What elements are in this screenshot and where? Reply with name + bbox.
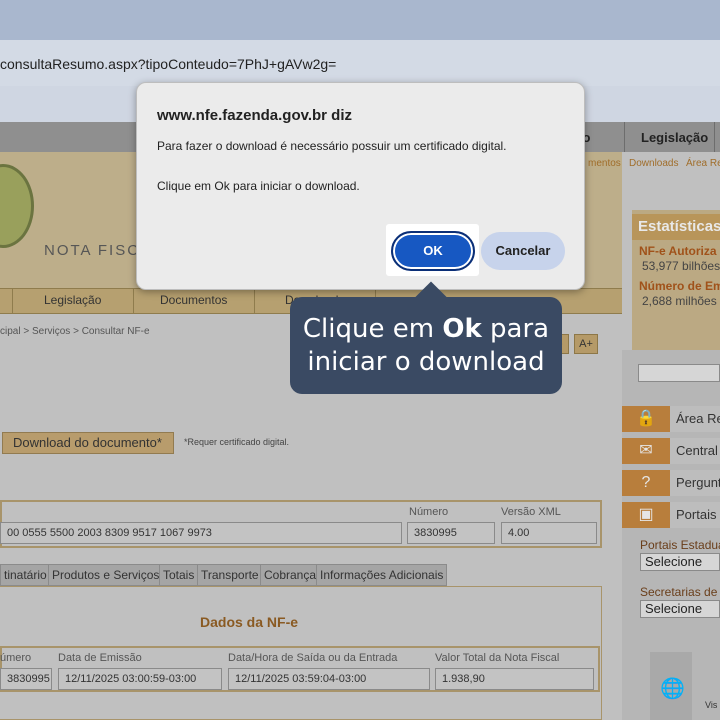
stat-label-autorizadas: NF-e Autoriza — [639, 244, 717, 258]
question-icon: ? — [622, 470, 670, 496]
tab-info-adicionais[interactable]: Informações Adicionais — [316, 564, 448, 586]
sublink-downloads[interactable]: Downloads — [629, 158, 678, 169]
stat-value-emissores: 2,688 milhões — [642, 294, 717, 308]
visit-text: Vis — [705, 700, 718, 710]
tooltip-text: para — [481, 314, 550, 344]
tooltip-line-1: Clique em Ok para — [290, 313, 562, 346]
breadcrumb: cipal > Serviços > Consultar NF-e — [0, 326, 150, 337]
globe-glyph: 🌐 — [660, 678, 685, 700]
tab-produtos[interactable]: Produtos e Serviços — [48, 564, 164, 586]
tooltip-ok-emphasis: Ok — [442, 314, 482, 344]
tooltip-text: Clique em — [302, 314, 443, 344]
stat-label-emissores: Número de Em — [639, 279, 720, 293]
menu-divider — [133, 288, 134, 314]
dados-numero-field: 3830995 — [0, 668, 52, 690]
dialog-message-instruction: Clique em Ok para iniciar o download. — [157, 179, 360, 193]
valor-label: Valor Total da Nota Fiscal — [435, 652, 560, 664]
sidebar-item-label: Portais e — [676, 507, 720, 522]
menu-item-documentos[interactable]: Documentos — [160, 293, 227, 307]
menu-item-legislacao[interactable]: Legislação — [44, 293, 101, 307]
topnav-item-legislacao[interactable]: Legislação — [641, 130, 708, 145]
search-input[interactable] — [638, 364, 720, 382]
portais-select[interactable]: Selecione — [640, 553, 720, 571]
tooltip-line-2: iniciar o download — [307, 347, 545, 377]
sublink-area-restrita[interactable]: Área Re — [686, 158, 720, 169]
download-note: *Requer certificado digital. — [184, 437, 290, 447]
versao-field: 4.00 — [501, 522, 597, 544]
browser-tab-strip — [0, 0, 720, 40]
statistics-title: Estatísticas — [632, 214, 720, 240]
alert-dialog: www.nfe.fazenda.gov.br diz Para fazer o … — [136, 82, 585, 290]
numero-label: Número — [409, 506, 449, 518]
ok-button[interactable]: OK — [391, 231, 475, 271]
valor-field: 1.938,90 — [435, 668, 594, 690]
emissao-label: Data de Emissão — [58, 652, 142, 664]
saida-field: 12/11/2025 03:59:04-03:00 — [228, 668, 430, 690]
sidebar-item-label: Pergunt — [676, 475, 720, 490]
menu-divider — [12, 288, 13, 314]
dialog-title: www.nfe.fazenda.gov.br diz — [157, 107, 353, 124]
sidebar-item-label: Área Re — [676, 411, 720, 426]
versao-label: Versão XML — [501, 506, 561, 518]
tab-transporte[interactable]: Transporte — [197, 564, 263, 586]
saida-label: Data/Hora de Saída ou da Entrada — [228, 652, 398, 664]
font-increase-button[interactable]: A+ — [574, 334, 598, 354]
cancel-button[interactable]: Cancelar — [481, 232, 565, 270]
sublink-documentos[interactable]: mentos — [588, 158, 621, 169]
address-url[interactable]: consultaResumo.aspx?tipoConteudo=7PhJ+gA… — [0, 56, 336, 72]
portais-label: Portais Estadua — [640, 538, 720, 552]
topnav-divider — [714, 122, 715, 152]
tab-destinatario[interactable]: tinatário — [0, 564, 51, 586]
dialog-message-certificate: Para fazer o download é necessário possu… — [157, 139, 507, 153]
download-document-button[interactable]: Download do documento* — [2, 432, 174, 454]
window-icon: ▣ — [622, 502, 670, 528]
globe-icon[interactable]: 🌐 — [650, 652, 692, 720]
dados-title: Dados da NF-e — [200, 614, 299, 630]
topnav-divider — [624, 122, 625, 152]
menu-divider — [254, 288, 255, 314]
stat-value-autorizadas: 53,977 bilhões — [642, 259, 720, 273]
dados-numero-label: úmero — [0, 652, 32, 664]
numero-field: 3830995 — [407, 522, 495, 544]
sidebar-item-label: Central — [676, 443, 718, 458]
emissao-field: 12/11/2025 03:00:59-03:00 — [58, 668, 222, 690]
chave-acesso-field: 00 0555 5500 2003 8309 9517 1067 9973 — [0, 522, 402, 544]
secretarias-select[interactable]: Selecione — [640, 600, 720, 618]
tab-totais[interactable]: Totais — [159, 564, 199, 586]
envelope-icon: ✉ — [622, 438, 670, 464]
tab-cobranca[interactable]: Cobrança — [260, 564, 321, 586]
instruction-tooltip: Clique em Ok para iniciar o download — [290, 297, 562, 394]
lock-icon: 🔒 — [622, 406, 670, 432]
secretarias-label: Secretarias de — [640, 585, 718, 599]
